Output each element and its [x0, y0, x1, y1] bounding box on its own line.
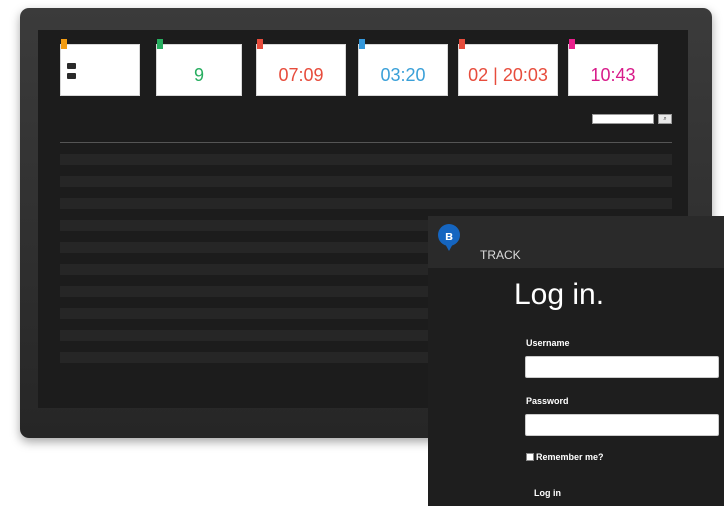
bluetooth-icon: ʙ — [445, 227, 453, 243]
card-tag — [157, 39, 163, 49]
card-value: 07:09 — [278, 65, 324, 85]
password-input[interactable] — [525, 414, 719, 436]
folder-icon — [67, 63, 76, 69]
username-label: Username — [526, 338, 570, 348]
summary-card-time-pink[interactable]: 10:43 — [568, 39, 658, 96]
login-panel: ʙ TRACK Log in. Username Password Rememb… — [428, 216, 724, 506]
remember-label: Remember me? — [536, 452, 604, 462]
brand-name: TRACK — [480, 248, 521, 262]
table-row[interactable] — [60, 143, 672, 154]
table-row[interactable] — [60, 154, 672, 165]
username-input[interactable] — [525, 356, 719, 378]
table-row[interactable] — [60, 187, 672, 198]
card-value: 9 — [193, 65, 204, 85]
login-header: ʙ TRACK — [428, 216, 724, 268]
login-button[interactable]: Log in — [534, 488, 561, 498]
summary-cards: 9 07:09 03:20 02 | 20:03 10:43 — [60, 38, 672, 98]
card-tag — [359, 39, 365, 49]
card-tag — [257, 39, 263, 49]
table-row[interactable] — [60, 176, 672, 187]
folder-icon — [67, 73, 76, 79]
card-value: 02 | 20:03 — [468, 65, 548, 85]
summary-card-count[interactable]: 9 — [156, 39, 242, 96]
summary-card-folders[interactable] — [60, 39, 140, 96]
summary-card-time-blue[interactable]: 03:20 — [358, 39, 448, 96]
summary-card-days-time[interactable]: 02 | 20:03 — [458, 39, 558, 96]
table-header — [60, 130, 672, 143]
search-icon: ⌕ — [663, 116, 667, 122]
card-tag — [459, 39, 465, 49]
pin-tip — [444, 242, 454, 251]
folder-row[interactable] — [67, 63, 79, 69]
remember-me[interactable]: Remember me? — [526, 452, 604, 462]
remember-checkbox[interactable] — [526, 453, 534, 461]
summary-card-time-red[interactable]: 07:09 — [256, 39, 346, 96]
login-title: Log in. — [514, 278, 605, 311]
folder-row[interactable] — [67, 73, 79, 79]
card-tag — [61, 39, 67, 49]
password-label: Password — [526, 396, 569, 406]
table-row[interactable] — [60, 198, 672, 209]
card-value: 03:20 — [380, 65, 426, 85]
table-row[interactable] — [60, 165, 672, 176]
search-button[interactable]: ⌕ — [658, 114, 672, 124]
search-input[interactable] — [592, 114, 654, 124]
card-value: 10:43 — [590, 65, 636, 85]
card-tag — [569, 39, 575, 49]
